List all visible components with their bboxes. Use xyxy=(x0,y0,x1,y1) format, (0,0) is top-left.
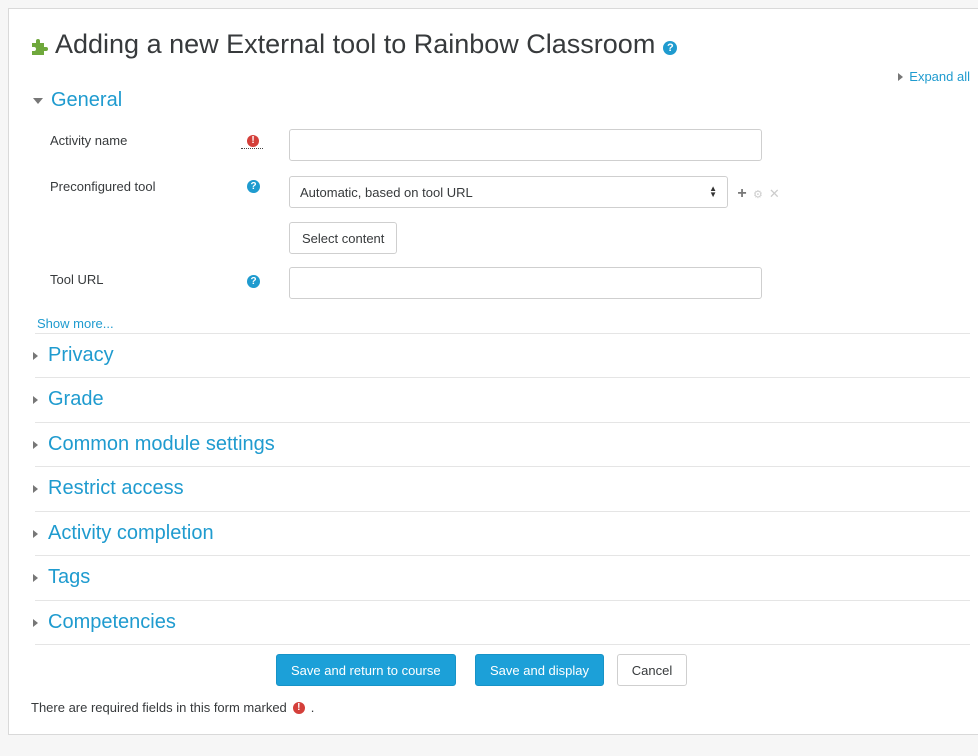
divider xyxy=(35,600,970,601)
preconfigured-help-icon[interactable]: ? xyxy=(247,180,260,193)
required-icon: ! xyxy=(247,135,259,147)
section-activity-completion-label: Activity completion xyxy=(48,522,214,544)
section-restrict-access-label: Restrict access xyxy=(48,477,184,499)
required-underline xyxy=(241,148,263,149)
required-note-end: . xyxy=(310,700,315,715)
required-fields-note: There are required fields in this form m… xyxy=(31,700,314,715)
preconfigured-tool-value: Automatic, based on tool URL xyxy=(300,184,473,200)
page-title: Adding a new External tool to Rainbow Cl… xyxy=(55,29,656,59)
expand-arrow-icon xyxy=(33,529,38,538)
puzzle-icon xyxy=(32,38,48,55)
divider xyxy=(35,466,970,467)
select-arrows-icon: ▲ ▼ xyxy=(709,184,717,199)
preconfigured-tool-label: Preconfigured tool xyxy=(50,179,156,194)
tool-actions: + ⚙ ✕ xyxy=(735,185,780,203)
divider xyxy=(35,511,970,512)
save-and-return-button[interactable]: Save and return to course xyxy=(276,654,456,686)
save-and-display-button[interactable]: Save and display xyxy=(475,654,605,686)
section-privacy[interactable]: Privacy xyxy=(33,344,114,367)
section-common-module-settings-label: Common module settings xyxy=(48,433,275,455)
collapse-arrow-icon xyxy=(33,97,43,104)
tool-url-help-icon[interactable]: ? xyxy=(247,275,260,288)
section-tags-label: Tags xyxy=(48,566,91,588)
cancel-button[interactable]: Cancel xyxy=(617,654,687,686)
required-icon: ! xyxy=(292,701,305,714)
expand-arrow-icon xyxy=(33,351,38,360)
section-common-module-settings[interactable]: Common module settings xyxy=(33,433,275,456)
section-general-label: General xyxy=(51,89,123,111)
expand-arrow-icon xyxy=(33,484,38,493)
section-general[interactable]: General xyxy=(33,89,122,112)
expand-arrow-icon xyxy=(33,440,38,449)
tool-url-label: Tool URL xyxy=(50,272,104,287)
section-competencies[interactable]: Competencies xyxy=(33,611,176,634)
page-heading: Adding a new External tool to Rainbow Cl… xyxy=(29,29,678,60)
section-tags[interactable]: Tags xyxy=(33,566,90,589)
expand-arrow-icon xyxy=(33,573,38,582)
section-grade-label: Grade xyxy=(48,388,104,410)
show-more-link[interactable]: Show more... xyxy=(37,316,114,331)
gear-icon[interactable]: ⚙ xyxy=(753,188,763,201)
section-privacy-label: Privacy xyxy=(48,344,114,366)
activity-name-input[interactable] xyxy=(289,129,762,161)
add-tool-icon[interactable]: + xyxy=(735,185,749,203)
expand-all-label: Expand all xyxy=(909,69,970,84)
delete-tool-icon[interactable]: ✕ xyxy=(769,186,780,202)
activity-name-label: Activity name xyxy=(50,133,128,148)
expand-arrow-icon xyxy=(33,395,38,404)
expand-arrow-icon xyxy=(33,618,38,627)
section-competencies-label: Competencies xyxy=(48,611,176,633)
tool-url-input[interactable] xyxy=(289,267,762,299)
form-page: Adding a new External tool to Rainbow Cl… xyxy=(8,8,978,735)
section-restrict-access[interactable]: Restrict access xyxy=(33,477,184,500)
preconfigured-tool-select[interactable]: Automatic, based on tool URL ▲ ▼ xyxy=(289,176,728,208)
required-note-text: There are required fields in this form m… xyxy=(31,700,287,715)
section-grade[interactable]: Grade xyxy=(33,388,104,411)
section-activity-completion[interactable]: Activity completion xyxy=(33,522,214,545)
divider xyxy=(35,644,970,645)
page-help-icon[interactable]: ? xyxy=(663,40,678,55)
expand-arrow-icon xyxy=(898,72,904,81)
expand-all-link[interactable]: Expand all xyxy=(898,69,970,84)
select-content-button[interactable]: Select content xyxy=(289,222,398,254)
divider xyxy=(35,377,970,378)
divider xyxy=(35,422,970,423)
divider xyxy=(35,333,970,334)
divider xyxy=(35,555,970,556)
